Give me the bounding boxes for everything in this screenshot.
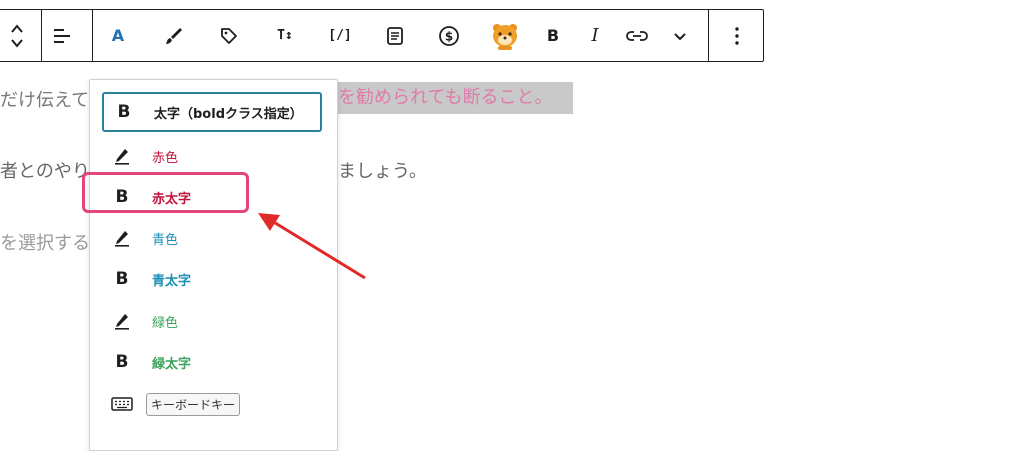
paragraph-3[interactable]: を選択する [0, 229, 90, 255]
annotation-highlight-box [82, 172, 249, 213]
menu-item-green[interactable]: 緑色 [102, 301, 322, 341]
menu-item-label: 青色 [152, 232, 179, 248]
pen-icon [104, 147, 140, 165]
code-icon[interactable]: [/] [322, 10, 358, 61]
paragraph-2[interactable]: 者とのやり ましょう。 [0, 157, 427, 183]
tag-icon[interactable] [211, 10, 247, 61]
keyboard-icon [104, 396, 140, 412]
menu-item-label: キーボードキー [146, 392, 241, 416]
bold-letter-icon: B [115, 269, 129, 289]
mascot-icon[interactable] [487, 10, 523, 61]
italic-icon[interactable]: I [577, 10, 613, 61]
menu-item-keyboard-key[interactable]: キーボードキー [102, 384, 322, 424]
text-color-icon[interactable]: A [100, 10, 136, 61]
more-options-icon[interactable] [719, 10, 755, 61]
bold-letter-icon: B [117, 102, 131, 122]
pen-icon [104, 312, 140, 330]
menu-item-green-bold[interactable]: B 緑太字 [102, 342, 322, 382]
menu-item-label: 緑色 [152, 315, 179, 331]
block-toolbar: A T↕ [/] $ B I [0, 9, 764, 62]
pen-icon [104, 229, 140, 247]
bold-icon[interactable]: B [535, 10, 571, 61]
menu-item-label: 緑太字 [152, 356, 192, 372]
paragraph-1[interactable]: だけ伝えて を勧められても断ること。 [0, 82, 573, 114]
text-size-icon[interactable]: T↕ [267, 10, 303, 61]
brush-icon[interactable] [156, 10, 192, 61]
align-icon[interactable] [44, 10, 80, 61]
dollar-icon[interactable]: $ [431, 10, 467, 61]
svg-text:$: $ [445, 29, 453, 43]
link-icon[interactable] [619, 10, 655, 61]
paragraph-2-end: ましょう。 [338, 161, 427, 182]
chevron-down-icon[interactable] [662, 10, 698, 61]
paragraph-3-start: を選択する [0, 233, 90, 254]
menu-item-red[interactable]: 赤色 [102, 136, 322, 176]
menu-item-label: 赤色 [152, 150, 179, 166]
selected-text: を勧められても断ること。 [334, 82, 573, 114]
paragraph-1-start: だけ伝えて [0, 90, 90, 111]
menu-item-label: 太字（boldクラス指定） [154, 106, 303, 122]
bold-letter-icon: B [115, 352, 129, 372]
document-icon[interactable] [377, 10, 413, 61]
menu-item-label: 青太字 [152, 273, 192, 289]
annotation-arrow-icon [258, 213, 366, 280]
menu-item-bold-class[interactable]: B 太字（boldクラス指定） [102, 92, 322, 132]
move-up-down-icon[interactable] [0, 10, 35, 61]
paragraph-2-start: 者とのやり [0, 161, 90, 182]
